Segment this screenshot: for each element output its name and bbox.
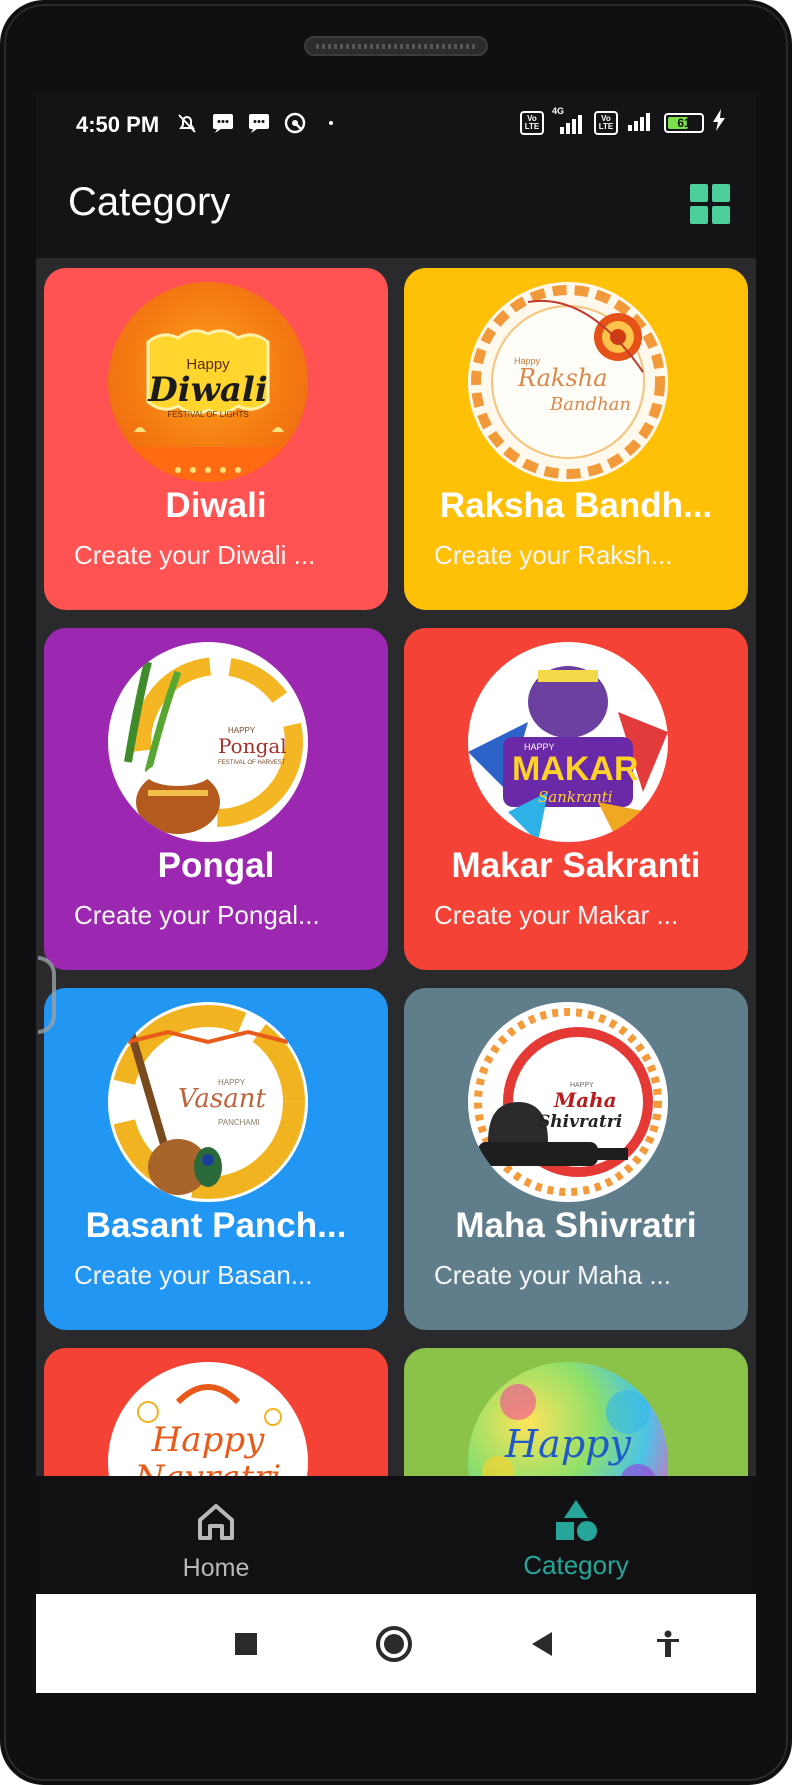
grid-view-icon[interactable] <box>690 184 730 224</box>
category-card-holi[interactable]: Happy <box>404 1348 748 1476</box>
edge-swipe-handle[interactable] <box>38 956 56 1034</box>
bottom-navigation: Home Category <box>36 1476 756 1594</box>
card-subtitle: Create your Diwali ... <box>74 540 316 570</box>
charging-bolt-icon <box>712 109 726 136</box>
diwali-image-caption: FESTIVAL OF LIGHTS <box>167 410 249 419</box>
data-saver-icon <box>282 110 308 136</box>
volte-icon-2: Vo LTE <box>594 110 618 135</box>
message-icon <box>210 110 236 136</box>
holi-image: Happy <box>468 1362 668 1476</box>
vasant-image-text-sub: PANCHAMI <box>218 1118 260 1127</box>
nav-item-category[interactable]: Category <box>396 1476 756 1594</box>
pongal-image-caption: FESTIVAL OF HARVEST <box>218 760 286 766</box>
recents-square-icon[interactable] <box>224 1622 268 1666</box>
notification-icons <box>174 110 344 136</box>
phone-frame: 4:50 PM Vo LTE 4G Vo LTE 61 Category Hap… <box>0 0 792 1785</box>
more-notifications-dot-icon <box>318 110 344 136</box>
back-triangle-icon[interactable] <box>520 1622 564 1666</box>
signal-icon <box>626 108 656 137</box>
makar-sakranti-image: HAPPY MAKAR Sankranti <box>468 642 668 842</box>
basant-panchami-image: HAPPY Vasant PANCHAMI <box>108 1002 308 1202</box>
battery-icon: 61 <box>664 112 704 133</box>
makar-image-text-sub: Sankranti <box>538 788 613 806</box>
card-subtitle: Create your Maha ... <box>434 1260 671 1290</box>
holi-image-text: Happy <box>505 1422 631 1466</box>
navratri-image: Happy Navratri <box>108 1362 308 1476</box>
home-circle-icon[interactable] <box>372 1622 416 1666</box>
shiv-image-text-1: Maha <box>554 1088 617 1112</box>
category-grid: Happy Diwali FESTIVAL OF LIGHTS Diwali C… <box>36 258 756 1476</box>
card-title: Maha Shivratri <box>455 1206 697 1245</box>
card-subtitle: Create your Raksh... <box>434 540 673 570</box>
card-title: Diwali <box>165 486 267 525</box>
system-navigation-bar <box>36 1594 756 1693</box>
nav-label-category: Category <box>523 1550 629 1580</box>
raksha-image-text-2: Bandhan <box>550 394 631 415</box>
category-card-pongal[interactable]: HAPPY Pongal FESTIVAL OF HARVEST Pongal … <box>44 628 388 970</box>
raksha-image-text-1: Raksha <box>518 364 608 392</box>
category-card-basant-panchami[interactable]: HAPPY Vasant PANCHAMI Basant Panch... Cr… <box>44 988 388 1330</box>
card-subtitle: Create your Makar ... <box>434 900 679 930</box>
card-title: Raksha Bandh... <box>439 486 713 525</box>
home-icon <box>192 1498 240 1546</box>
accessibility-icon[interactable] <box>646 1622 690 1666</box>
muted-bell-icon <box>174 110 200 136</box>
category-card-makar-sakranti[interactable]: HAPPY MAKAR Sankranti Makar Sakranti Cre… <box>404 628 748 970</box>
pongal-image: HAPPY Pongal FESTIVAL OF HARVEST <box>108 642 308 842</box>
diwali-image: Happy Diwali FESTIVAL OF LIGHTS <box>108 282 308 482</box>
category-card-raksha-bandhan[interactable]: Happy Raksha Bandhan Raksha Bandh... Cre… <box>404 268 748 610</box>
category-card-navratri[interactable]: Happy Navratri <box>44 1348 388 1476</box>
card-subtitle: Create your Basan... <box>74 1260 313 1290</box>
shiv-image-text-2: Shivratri <box>538 1112 623 1132</box>
makar-image-text: MAKAR <box>512 750 639 788</box>
volte-icon: Vo LTE <box>520 110 544 135</box>
raksha-bandhan-image: Happy Raksha Bandhan <box>468 282 668 482</box>
status-time: 4:50 PM <box>76 112 160 137</box>
category-card-maha-shivratri[interactable]: HAPPY Maha Shivratri Maha Shivratri Crea… <box>404 988 748 1330</box>
app-bar: Category <box>36 162 756 258</box>
card-title: Basant Panch... <box>85 1206 347 1245</box>
status-bar: 4:50 PM Vo LTE 4G Vo LTE 61 <box>36 92 756 162</box>
card-title: Makar Sakranti <box>451 846 701 885</box>
battery-level: 61 <box>677 115 691 130</box>
message-icon-2 <box>246 110 272 136</box>
navratri-image-text: Happy <box>151 1420 265 1460</box>
pongal-image-text: Pongal <box>218 734 287 758</box>
nav-label-home: Home <box>182 1554 250 1582</box>
vasant-image-text: Vasant <box>178 1084 266 1114</box>
screen: 4:50 PM Vo LTE 4G Vo LTE 61 Category Hap… <box>36 92 756 1693</box>
card-subtitle: Create your Pongal... <box>74 900 320 930</box>
category-shapes-icon <box>552 1498 600 1546</box>
navratri-image-text-2: Navratri <box>108 1458 308 1476</box>
page-title: Category <box>68 180 231 224</box>
maha-shivratri-image: HAPPY Maha Shivratri <box>468 1002 668 1202</box>
category-card-diwali[interactable]: Happy Diwali FESTIVAL OF LIGHTS Diwali C… <box>44 268 388 610</box>
system-status-icons: Vo LTE 4G Vo LTE 61 <box>520 106 726 137</box>
diwali-image-text: Diwali <box>148 370 268 410</box>
earpiece-speaker <box>304 36 488 56</box>
card-title: Pongal <box>157 846 275 885</box>
nav-item-home[interactable]: Home <box>36 1476 396 1594</box>
signal-4g-icon: 4G <box>552 106 586 136</box>
